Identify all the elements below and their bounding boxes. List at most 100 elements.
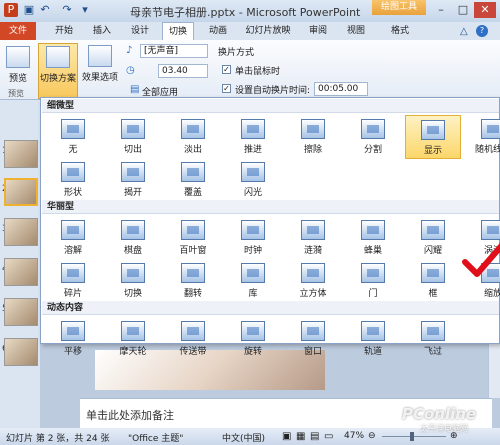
tab-slideshow[interactable]: 幻灯片放映 [240, 22, 296, 40]
transition-item-label: 闪耀 [423, 246, 442, 256]
tab-home[interactable]: 开始 [50, 22, 78, 40]
tab-transitions[interactable]: 切换 [162, 22, 194, 40]
maximize-button[interactable]: □ [452, 2, 474, 18]
status-slide-info: 幻灯片 第 2 张，共 24 张 [6, 434, 110, 444]
on-click-checkbox[interactable]: ✓ [222, 65, 231, 74]
tab-insert[interactable]: 插入 [88, 22, 116, 40]
auto-time-checkbox[interactable]: ✓ [222, 84, 231, 93]
transition-item[interactable]: 切出 [105, 115, 161, 159]
redo-icon[interactable]: ↷ [60, 3, 74, 17]
slide-thumbnail[interactable] [4, 218, 38, 246]
transition-thumbnail-icon [121, 162, 145, 182]
transition-item[interactable]: 分割 [345, 115, 401, 159]
tab-file[interactable]: 文件 [0, 22, 36, 40]
transition-item-label: 覆盖 [183, 188, 202, 198]
transition-item[interactable]: 擦除 [285, 115, 341, 159]
slide-thumbnail[interactable] [4, 258, 38, 286]
tab-animations[interactable]: 动画 [204, 22, 232, 40]
transition-item[interactable]: 时钟 [225, 216, 281, 260]
transition-item-label: 平移 [63, 347, 82, 357]
transition-item[interactable]: 揭开 [105, 158, 161, 202]
slide-thumbnail-selected[interactable] [4, 178, 38, 206]
transition-item[interactable]: 平移 [45, 317, 101, 361]
transition-thumbnail-icon [61, 220, 85, 240]
transition-item[interactable]: 淡出 [165, 115, 221, 159]
transition-item[interactable]: 旋转 [225, 317, 281, 361]
minimize-ribbon-icon[interactable]: △ [460, 26, 468, 37]
notes-placeholder: 单击此处添加备注 [86, 409, 174, 422]
transition-item[interactable]: 推进 [225, 115, 281, 159]
slide-thumbnail[interactable] [4, 140, 38, 168]
watermark-logo: PConline [402, 405, 477, 423]
save-icon[interactable]: ▣ [22, 3, 36, 17]
transition-item-label: 淡出 [183, 145, 202, 155]
transition-item[interactable]: 棋盘 [105, 216, 161, 260]
transition-thumbnail-icon [61, 162, 85, 182]
view-reading-icon[interactable]: ▤ [310, 431, 319, 442]
transition-item[interactable]: 碎片 [45, 259, 101, 303]
transition-thumbnail-icon [241, 220, 265, 240]
sound-select[interactable]: [无声音] [140, 44, 208, 58]
drawing-tools-context-tab: 绘图工具 [372, 0, 426, 15]
transition-item[interactable]: 显示 [405, 115, 461, 159]
transition-item[interactable]: 闪光 [225, 158, 281, 202]
duration-input[interactable]: 03.40 [158, 64, 208, 78]
transition-item[interactable]: 飞过 [405, 317, 461, 361]
transition-item[interactable]: 闪耀 [405, 216, 461, 260]
transition-item[interactable]: 摩天轮 [105, 317, 161, 361]
transition-thumbnail-icon [241, 162, 265, 182]
transition-thumbnail-icon [61, 263, 85, 283]
transition-item-label: 窗口 [303, 347, 322, 357]
view-normal-icon[interactable]: ▣ [282, 431, 291, 442]
transition-item[interactable]: 翻转 [165, 259, 221, 303]
transition-item-label: 传送带 [179, 347, 207, 357]
transition-item[interactable]: 形状 [45, 158, 101, 202]
transition-item[interactable]: 窗口 [285, 317, 341, 361]
transition-item[interactable]: 蜂巢 [345, 216, 401, 260]
status-theme: "Office 主题" [128, 434, 184, 444]
transition-item[interactable]: 覆盖 [165, 158, 221, 202]
zoom-slider[interactable] [382, 436, 446, 437]
section-header-dynamic: 动态内容 [42, 301, 499, 315]
section-header-exciting: 华丽型 [42, 200, 499, 214]
transition-item[interactable]: 随机线条 [465, 115, 500, 159]
help-icon[interactable]: ? [476, 25, 488, 37]
tab-design[interactable]: 设计 [126, 22, 154, 40]
transition-item[interactable]: 无 [45, 115, 101, 159]
zoom-level[interactable]: 47% [344, 431, 364, 441]
zoom-slider-thumb[interactable] [410, 432, 414, 441]
slide-thumbnail[interactable] [4, 338, 38, 366]
transition-thumbnail-icon [301, 119, 325, 139]
slide-thumbnail[interactable] [4, 298, 38, 326]
preview-button[interactable]: 预览 [2, 46, 34, 86]
transition-item-label: 飞过 [423, 347, 442, 357]
transition-item-label: 形状 [63, 188, 82, 198]
undo-icon[interactable]: ↶ [38, 3, 52, 17]
transition-item[interactable]: 轨道 [345, 317, 401, 361]
transition-scheme-button[interactable]: 切换方案 [38, 43, 78, 99]
auto-time-input[interactable]: 00:05.00 [314, 82, 368, 96]
transition-item-label: 无 [68, 145, 78, 155]
transition-item[interactable]: 溶解 [45, 216, 101, 260]
effect-options-button[interactable]: 效果选项 [80, 43, 120, 99]
minimize-button[interactable]: – [430, 2, 452, 18]
transition-item[interactable]: 立方体 [285, 259, 341, 303]
zoom-out-icon[interactable]: ⊖ [368, 431, 376, 441]
transition-item[interactable]: 门 [345, 259, 401, 303]
tab-review[interactable]: 审阅 [304, 22, 332, 40]
transition-scheme-label: 切换方案 [39, 74, 76, 84]
transition-item[interactable]: 传送带 [165, 317, 221, 361]
transition-thumbnail-icon [301, 220, 325, 240]
transition-thumbnail-icon [421, 120, 445, 140]
qat-customize-icon[interactable]: ▾ [78, 3, 92, 17]
close-button[interactable]: ✕ [474, 2, 496, 18]
view-sorter-icon[interactable]: ▦ [296, 431, 305, 442]
transition-item[interactable]: 框 [405, 259, 461, 303]
tab-view[interactable]: 视图 [342, 22, 370, 40]
transition-item[interactable]: 涟漪 [285, 216, 341, 260]
view-slideshow-icon[interactable]: ▭ [324, 431, 333, 442]
transition-item[interactable]: 库 [225, 259, 281, 303]
transition-item[interactable]: 切换 [105, 259, 161, 303]
tab-format[interactable]: 格式 [386, 22, 414, 40]
transition-item[interactable]: 百叶窗 [165, 216, 221, 260]
